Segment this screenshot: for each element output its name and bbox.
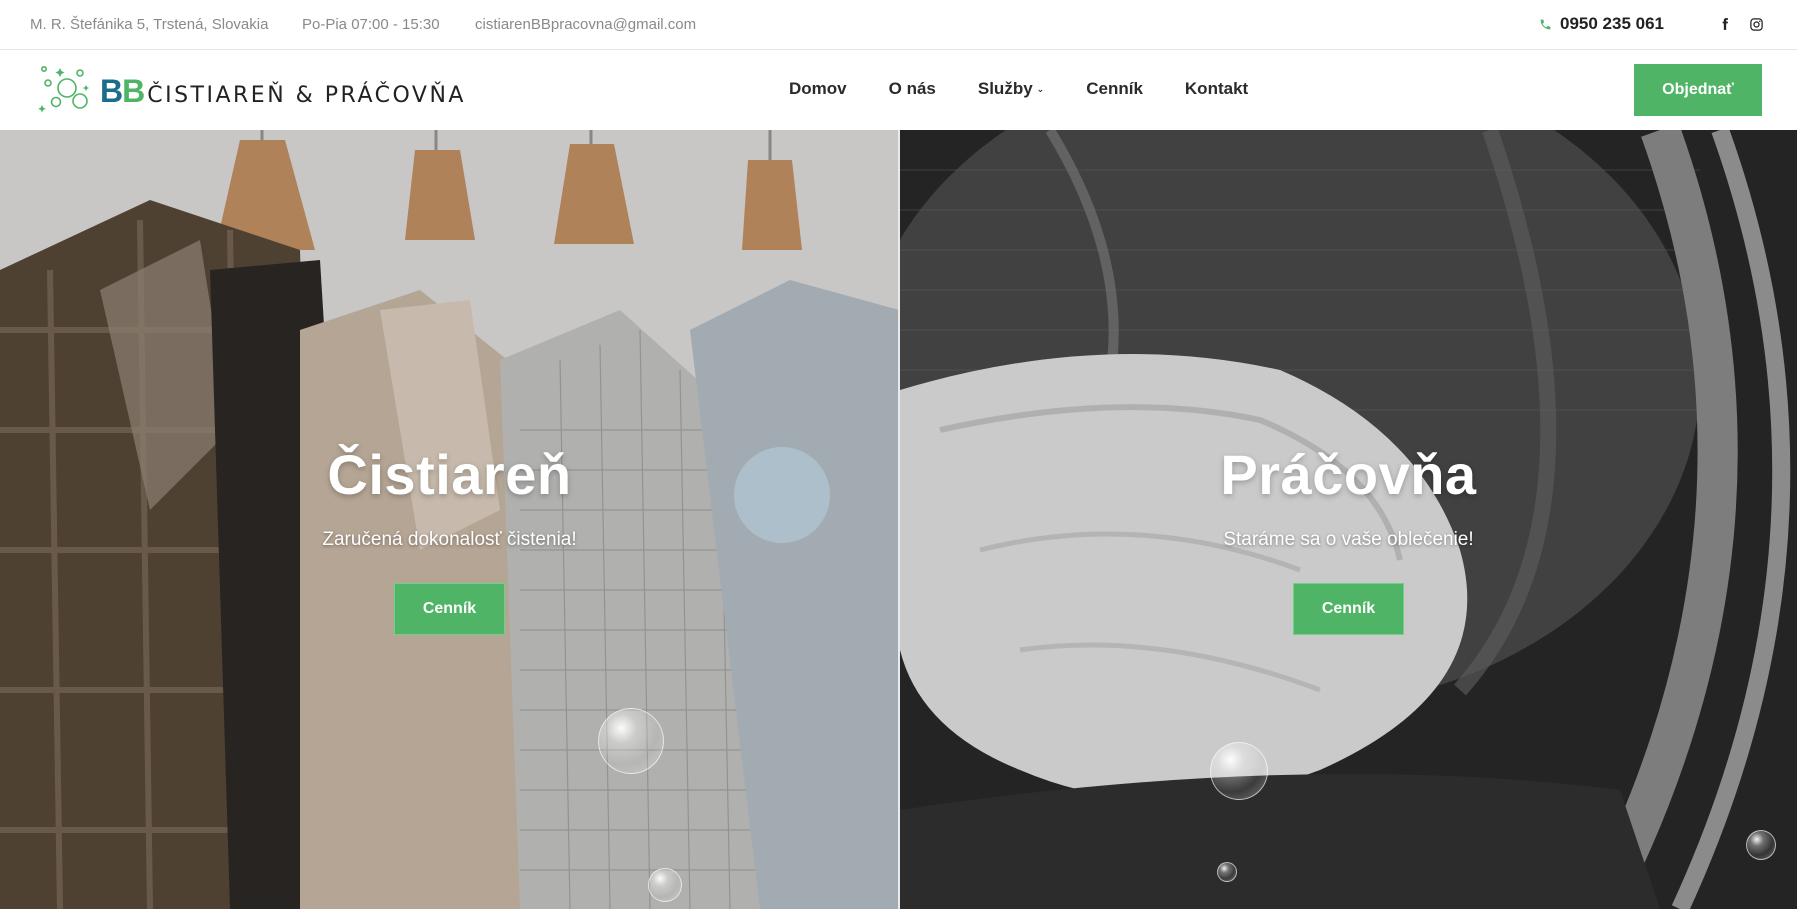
hero-right-subtitle: Staráme sa o vaše oblečenie! [1223, 529, 1474, 550]
nav-label: Kontakt [1184, 79, 1249, 98]
phone-icon [1540, 19, 1551, 29]
nav-label: Domov [789, 79, 847, 98]
main-nav: Domov O nás Služby ⌄ Cenník Kontakt [789, 79, 1290, 99]
phone-link[interactable]: 0950 235 061 [1539, 14, 1664, 34]
hero-left-subtitle: Zaručená dokonalosť čistenia! [322, 529, 577, 550]
nav-item-cennik[interactable]: Cenník [1086, 79, 1143, 99]
instagram-icon[interactable] [1747, 15, 1765, 33]
hero-section: Čistiareň Zaručená dokonalosť čistenia! … [0, 130, 1797, 909]
hero-right-content: Práčovňa Staráme sa o vaše oblečenie! Ce… [900, 442, 1797, 635]
logo-b-green: B [122, 72, 145, 109]
hero-left-title: Čistiareň [327, 443, 572, 506]
address-text: M. R. Štefánika 5, Trstená, Slovakia [30, 16, 269, 33]
logo-bb: BB [100, 72, 145, 110]
bubbles-logo-icon [38, 65, 89, 113]
top-info-bar: M. R. Štefánika 5, Trstená, Slovakia Po-… [0, 0, 1797, 50]
hero-left-content: Čistiareň Zaručená dokonalosť čistenia! … [0, 442, 899, 635]
hero-panel-dry-cleaning: Čistiareň Zaručená dokonalosť čistenia! … [0, 130, 899, 909]
soap-bubble [1746, 830, 1776, 860]
email-link[interactable]: cistiarenBBpracovna@gmail.com [475, 16, 696, 33]
soap-bubble [1217, 862, 1237, 882]
pricing-button-dry-cleaning[interactable]: Cenník [394, 583, 505, 635]
chevron-down-icon: ⌄ [1036, 83, 1045, 94]
logo-b-blue: B [100, 72, 123, 109]
facebook-icon[interactable] [1716, 15, 1734, 33]
nav-item-domov[interactable]: Domov [789, 79, 847, 99]
nav-label: Služby [977, 79, 1033, 98]
logo-name: ČISTIAREŇ & PRÁČOVŇA [147, 82, 466, 108]
nav-item-sluzby[interactable]: Služby ⌄ [978, 79, 1044, 99]
order-button[interactable]: Objednať [1634, 64, 1762, 116]
opening-hours-text: Po-Pia 07:00 - 15:30 [302, 16, 440, 33]
nav-item-o-nas[interactable]: O nás [889, 79, 936, 99]
nav-item-kontakt[interactable]: Kontakt [1185, 79, 1248, 99]
soap-bubble [648, 868, 682, 902]
logo-wordmark: BB ČISTIAREŇ & PRÁČOVŇA [100, 73, 466, 110]
site-header: BB ČISTIAREŇ & PRÁČOVŇA Domov O nás Služ… [0, 51, 1797, 130]
hero-right-title: Práčovňa [1220, 443, 1477, 506]
nav-label: O nás [888, 79, 936, 98]
phone-number: 0950 235 061 [1560, 14, 1664, 33]
soap-bubble [598, 708, 664, 774]
soap-bubble [1210, 742, 1268, 800]
logo[interactable]: BB ČISTIAREŇ & PRÁČOVŇA [36, 63, 466, 119]
hero-panel-laundry: Práčovňa Staráme sa o vaše oblečenie! Ce… [900, 130, 1797, 909]
nav-label: Cenník [1086, 79, 1143, 98]
pricing-button-laundry[interactable]: Cenník [1293, 583, 1404, 635]
